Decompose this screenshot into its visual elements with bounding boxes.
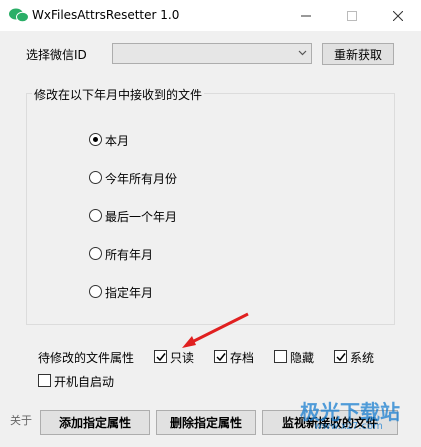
checkbox-label: 隐藏 bbox=[290, 351, 315, 365]
wechat-id-select[interactable] bbox=[112, 43, 312, 64]
wechat-icon bbox=[9, 8, 29, 23]
add-attribute-button[interactable]: 添加指定属性 bbox=[40, 410, 150, 435]
maximize-icon bbox=[347, 10, 357, 21]
radio-label: 最后一个年月 bbox=[105, 210, 178, 224]
watermark-url: www.xz7.com bbox=[314, 421, 383, 432]
annotation-arrow-icon bbox=[182, 312, 249, 348]
refresh-button[interactable]: 重新获取 bbox=[322, 43, 394, 65]
checkbox-label: 存档 bbox=[230, 351, 255, 365]
radio-dot bbox=[93, 137, 98, 142]
radio-label: 指定年月 bbox=[105, 286, 154, 300]
checkmark-icon bbox=[216, 353, 226, 362]
checkmark-icon bbox=[156, 353, 166, 362]
remove-attribute-button[interactable]: 删除指定属性 bbox=[156, 410, 256, 435]
close-button[interactable] bbox=[375, 0, 421, 31]
chevron-down-icon bbox=[298, 50, 307, 56]
checkbox[interactable] bbox=[214, 350, 227, 363]
checkmark-icon bbox=[336, 353, 346, 362]
title-bar: WxFilesAttrsResetter 1.0 bbox=[0, 0, 421, 31]
radio-label: 本月 bbox=[105, 134, 130, 148]
checkbox[interactable] bbox=[38, 374, 51, 387]
checkbox[interactable] bbox=[334, 350, 347, 363]
period-group-title: 修改在以下年月中接收到的文件 bbox=[32, 86, 205, 103]
checkbox[interactable] bbox=[274, 350, 287, 363]
radio-button[interactable] bbox=[89, 171, 102, 184]
minimize-button[interactable] bbox=[283, 0, 329, 31]
checkbox-label: 只读 bbox=[170, 351, 195, 365]
radio-label: 所有年月 bbox=[105, 248, 154, 262]
minimize-icon bbox=[301, 15, 311, 16]
maximize-button[interactable] bbox=[329, 0, 375, 31]
checkbox-label: 系统 bbox=[350, 351, 375, 365]
window-title: WxFilesAttrsResetter 1.0 bbox=[32, 8, 180, 22]
about-link[interactable]: 关于 bbox=[10, 412, 32, 428]
attributes-label: 待修改的文件属性 bbox=[38, 351, 135, 365]
period-group bbox=[26, 93, 395, 325]
radio-button[interactable] bbox=[89, 133, 102, 146]
wechat-id-label: 选择微信ID bbox=[26, 48, 87, 62]
radio-button[interactable] bbox=[89, 209, 102, 222]
radio-button[interactable] bbox=[89, 247, 102, 260]
checkbox[interactable] bbox=[154, 350, 167, 363]
checkbox-label: 开机自启动 bbox=[54, 375, 115, 389]
radio-button[interactable] bbox=[89, 285, 102, 298]
radio-label: 今年所有月份 bbox=[105, 172, 178, 186]
close-icon bbox=[393, 10, 403, 21]
